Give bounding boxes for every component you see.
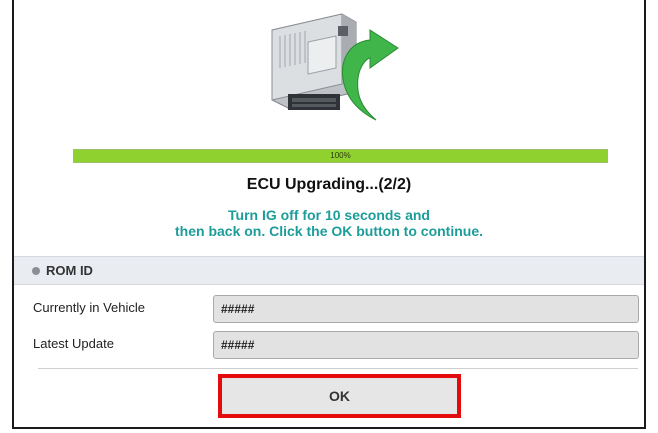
- currently-in-vehicle-label: Currently in Vehicle: [33, 300, 145, 315]
- instruction-text: Turn IG off for 10 seconds and then back…: [0, 207, 658, 239]
- bullet-icon: [32, 267, 40, 275]
- latest-update-field: #####: [213, 331, 639, 359]
- currently-in-vehicle-field: #####: [213, 295, 639, 323]
- instruction-line-2: then back on. Click the OK button to con…: [175, 223, 483, 239]
- instruction-line-1: Turn IG off for 10 seconds and: [228, 207, 430, 223]
- rom-id-label: ROM ID: [46, 263, 93, 278]
- latest-update-label: Latest Update: [33, 336, 114, 351]
- ecu-upgrade-icon: [271, 13, 399, 121]
- divider: [38, 368, 638, 369]
- ok-button[interactable]: OK: [222, 378, 457, 414]
- progress-label: 100%: [330, 151, 351, 160]
- rom-id-section-header: ROM ID: [14, 256, 644, 285]
- progress-bar: 100%: [73, 149, 608, 163]
- status-title: ECU Upgrading...(2/2): [246, 176, 412, 193]
